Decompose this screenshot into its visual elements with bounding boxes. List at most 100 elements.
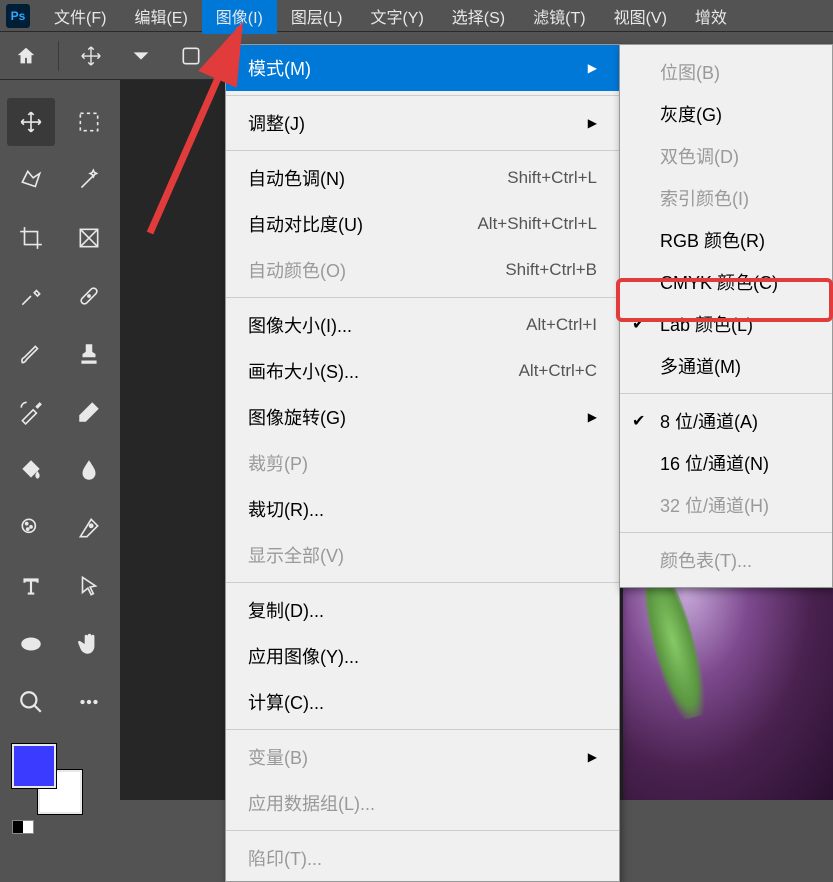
menu-item-image-size[interactable]: 图像大小(I)... Alt+Ctrl+I	[226, 302, 619, 348]
color-swatches[interactable]	[12, 744, 82, 814]
tool-panel	[0, 80, 120, 800]
menu-item-shortcut: Alt+Shift+Ctrl+L	[477, 214, 597, 234]
ellipse-icon	[18, 631, 44, 657]
menu-item-label: 复制(D)...	[248, 597, 324, 623]
mode-multichannel[interactable]: 多通道(M)	[620, 345, 832, 387]
menu-layer[interactable]: 图层(L)	[277, 0, 357, 34]
menu-item-label: 多通道(M)	[660, 357, 741, 377]
path-select-tool[interactable]	[65, 562, 113, 610]
more-tools[interactable]	[65, 678, 113, 726]
crop-icon	[18, 225, 44, 251]
shape-tool[interactable]	[7, 620, 55, 668]
menu-item-mode[interactable]: 模式(M) ▶	[226, 45, 619, 91]
history-brush-tool[interactable]	[7, 388, 55, 436]
menu-item-label: 显示全部(V)	[248, 542, 344, 568]
menu-item-auto-contrast[interactable]: 自动对比度(U) Alt+Shift+Ctrl+L	[226, 201, 619, 247]
history-brush-icon	[18, 399, 44, 425]
eyedropper-tool[interactable]	[7, 272, 55, 320]
dodge-tool[interactable]	[7, 504, 55, 552]
separator	[58, 41, 59, 71]
menu-item-duplicate[interactable]: 复制(D)...	[226, 587, 619, 633]
move-tool-indicator[interactable]	[73, 38, 109, 74]
caret-down-icon	[130, 45, 152, 67]
mode-lab[interactable]: ✔Lab 颜色(L)	[620, 303, 832, 345]
mode-8bit[interactable]: ✔8 位/通道(A)	[620, 400, 832, 442]
menu-item-label: 画布大小(S)...	[248, 358, 359, 384]
menu-item-adjustments[interactable]: 调整(J) ▶	[226, 100, 619, 146]
menu-item-label: 陷印(T)...	[248, 845, 322, 871]
stamp-tool[interactable]	[65, 330, 113, 378]
pen-tool[interactable]	[65, 504, 113, 552]
blur-tool[interactable]	[65, 446, 113, 494]
menu-item-canvas-size[interactable]: 画布大小(S)... Alt+Ctrl+C	[226, 348, 619, 394]
submenu-arrow-icon: ▶	[588, 410, 597, 424]
menu-select[interactable]: 选择(S)	[438, 0, 519, 34]
eraser-tool[interactable]	[65, 388, 113, 436]
mode-indexed: 索引颜色(I)	[620, 177, 832, 219]
menu-item-label: 颜色表(T)...	[660, 551, 752, 571]
menu-separator	[620, 532, 832, 533]
mode-cmyk[interactable]: CMYK 颜色(C)	[620, 261, 832, 303]
menu-item-auto-tone[interactable]: 自动色调(N) Shift+Ctrl+L	[226, 155, 619, 201]
type-tool[interactable]	[7, 562, 55, 610]
menu-item-label: 图像旋转(G)	[248, 404, 346, 430]
home-button[interactable]	[8, 38, 44, 74]
crop-tool[interactable]	[7, 214, 55, 262]
check-icon: ✔	[632, 411, 645, 431]
menu-item-calculations[interactable]: 计算(C)...	[226, 679, 619, 725]
arrow-cursor-icon	[76, 573, 102, 599]
menu-plugins[interactable]: 增效	[681, 0, 741, 34]
hand-tool[interactable]	[65, 620, 113, 668]
eraser-icon	[76, 399, 102, 425]
mode-32bit: 32 位/通道(H)	[620, 484, 832, 526]
mode-bitmap: 位图(B)	[620, 51, 832, 93]
menu-bar: Ps 文件(F) 编辑(E) 图像(I) 图层(L) 文字(Y) 选择(S) 滤…	[0, 0, 833, 32]
magic-wand-tool[interactable]	[65, 156, 113, 204]
brush-tool[interactable]	[7, 330, 55, 378]
menu-item-label: 变量(B)	[248, 744, 308, 770]
healing-tool[interactable]	[65, 272, 113, 320]
mode-grayscale[interactable]: 灰度(G)	[620, 93, 832, 135]
menu-item-apply-image[interactable]: 应用图像(Y)...	[226, 633, 619, 679]
zoom-tool[interactable]	[7, 678, 55, 726]
move-tool[interactable]	[7, 98, 55, 146]
menu-separator	[226, 150, 619, 151]
menu-item-shortcut: Alt+Ctrl+C	[519, 361, 597, 381]
frame-icon	[76, 225, 102, 251]
menu-item-label: 32 位/通道(H)	[660, 496, 769, 516]
menu-item-label: 应用图像(Y)...	[248, 643, 359, 669]
menu-item-trim[interactable]: 裁切(R)...	[226, 486, 619, 532]
frame-tool[interactable]	[65, 214, 113, 262]
menu-edit[interactable]: 编辑(E)	[120, 0, 201, 34]
lasso-tool[interactable]	[7, 156, 55, 204]
menu-item-label: 双色调(D)	[660, 147, 739, 167]
menu-item-rotate[interactable]: 图像旋转(G) ▶	[226, 394, 619, 440]
menu-item-label: 自动对比度(U)	[248, 211, 363, 237]
mode-16bit[interactable]: 16 位/通道(N)	[620, 442, 832, 484]
default-colors-icon[interactable]	[12, 820, 34, 834]
checkbox-icon	[180, 45, 202, 67]
menu-view[interactable]: 视图(V)	[600, 0, 681, 34]
menu-item-variables: 变量(B) ▶	[226, 734, 619, 780]
menu-image[interactable]: 图像(I)	[202, 0, 277, 34]
dropdown-caret[interactable]	[123, 38, 159, 74]
lasso-icon	[18, 167, 44, 193]
auto-select-checkbox[interactable]	[173, 38, 209, 74]
brush-icon	[18, 341, 44, 367]
menu-separator	[226, 582, 619, 583]
menu-separator	[226, 297, 619, 298]
mode-rgb[interactable]: RGB 颜色(R)	[620, 219, 832, 261]
app-logo: Ps	[6, 4, 30, 28]
menu-item-label: 位图(B)	[660, 63, 720, 83]
menu-file[interactable]: 文件(F)	[40, 0, 120, 34]
menu-separator	[620, 393, 832, 394]
foreground-color-swatch[interactable]	[12, 744, 56, 788]
menu-type[interactable]: 文字(Y)	[356, 0, 437, 34]
marquee-icon	[76, 109, 102, 135]
gradient-tool[interactable]	[7, 446, 55, 494]
menu-filter[interactable]: 滤镜(T)	[519, 0, 599, 34]
menu-separator	[226, 95, 619, 96]
type-icon	[18, 573, 44, 599]
mode-duotone: 双色调(D)	[620, 135, 832, 177]
marquee-tool[interactable]	[65, 98, 113, 146]
